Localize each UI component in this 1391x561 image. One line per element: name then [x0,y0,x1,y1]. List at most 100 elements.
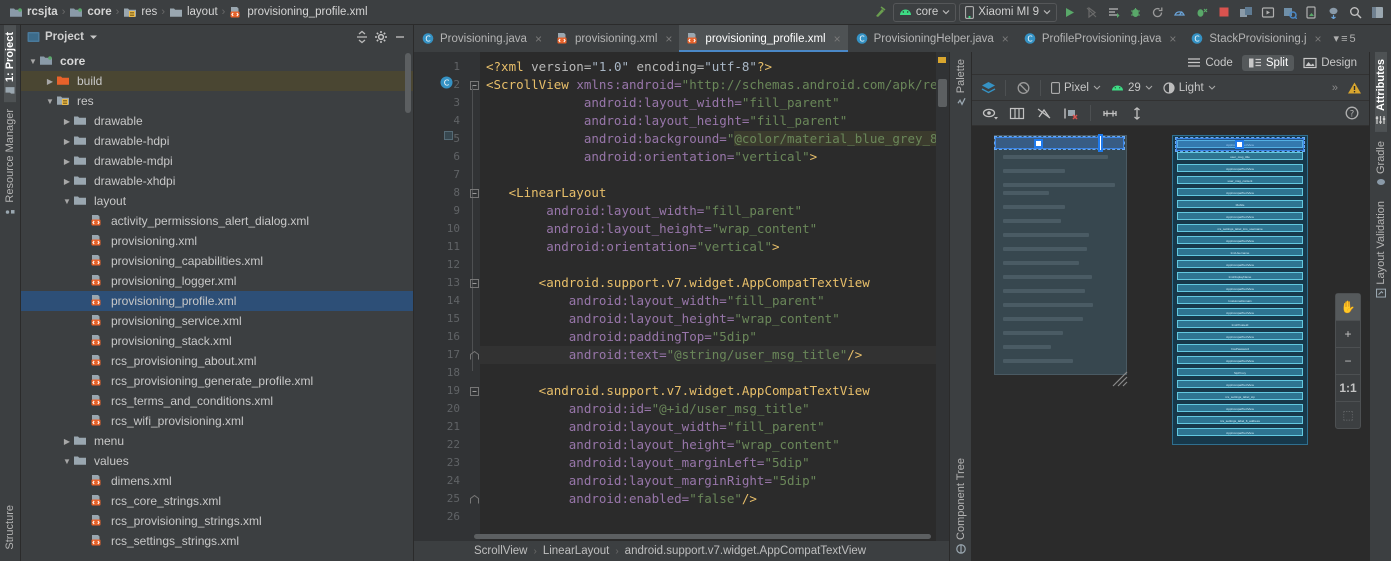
project-tree-scrollbar[interactable] [405,53,411,113]
horizontal-align-icon[interactable] [1098,107,1122,120]
code-editor[interactable]: C 1 2 3 4 5 6 7 8 9 10 11 12 13 14 15 16 17 18 19 20 21 22 23 2… [414,52,949,561]
tree-node[interactable]: ▶ menu [21,431,413,451]
vertical-align-icon[interactable] [1125,106,1149,120]
code-line[interactable]: android:layout_marginLeft="5dip" [480,454,949,472]
tree-node[interactable]: provisioning_logger.xml [21,271,413,291]
zoom-fit-button[interactable]: ⬚ [1336,402,1360,428]
code-line[interactable]: android:layout_height="wrap_content" [480,310,949,328]
code-line[interactable]: android:background="@color/material_blue… [480,130,949,148]
breadcrumb-item[interactable]: provisioning_profile.xml [226,6,370,19]
eye-visibility-icon[interactable] [978,107,1002,120]
close-icon[interactable]: × [535,32,542,46]
tree-node[interactable]: rcs_provisioning_about.xml [21,351,413,371]
tree-node[interactable]: activity_permissions_alert_dialog.xml [21,211,413,231]
sdk-manager-icon[interactable] [1236,3,1255,22]
chevron-right-icon[interactable]: ▶ [44,77,56,86]
tree-node[interactable]: ▼ values [21,451,413,471]
blueprint-component[interactable]: rcs_settings_label_ims_username [1177,224,1303,232]
fold-handle-end-icon[interactable] [470,347,479,365]
code-line[interactable]: android:paddingTop="5dip" [480,328,949,346]
editor-tab[interactable]: provisioning.xml × [549,25,679,52]
code-line[interactable] [480,166,949,184]
code-line[interactable]: android:layout_width="fill_parent" [480,94,949,112]
warning-triangle-icon[interactable] [1344,81,1364,95]
chevron-down-icon[interactable]: ▼ [61,197,73,206]
error-stripe-gutter[interactable] [936,52,949,541]
debug-icon[interactable] [1126,3,1145,22]
right-tab-layout-validation[interactable]: Layout Validation [1375,194,1387,305]
sidebar-tab-structure[interactable]: Structure [4,498,16,557]
editor-tab[interactable]: C ProvisioningHelper.java × [848,25,1016,52]
tree-node[interactable]: provisioning_capabilities.xml [21,251,413,271]
blueprint-component[interactable]: ImsPrivateId [1177,320,1303,328]
blueprint-component[interactable]: rcs_settings_label_ft_address [1177,416,1303,424]
editor-tab[interactable]: C ProfileProvisioning.java × [1016,25,1184,52]
fold-handle-end-icon[interactable] [470,491,479,509]
tree-node[interactable]: provisioning_profile.xml [21,291,413,311]
chevron-right-icon[interactable]: ▶ [61,117,73,126]
attach-debugger-icon[interactable] [1082,3,1101,22]
code-line[interactable] [480,508,949,526]
blueprint-component[interactable]: ImsDisplayName [1177,272,1303,280]
zoom-in-button[interactable]: + [1336,321,1360,347]
tree-node[interactable]: ▼ res [21,91,413,111]
pan-tool-button[interactable]: ✋ [1336,294,1360,320]
blueprint-component[interactable]: Mobile [1177,200,1303,208]
design-canvas[interactable]: AppCompatTextView user_msg_title AppCompat… [972,126,1369,561]
tree-node[interactable]: rcs_wifi_provisioning.xml [21,411,413,431]
device-selector[interactable]: Xiaomi MI 9 [959,2,1057,22]
device-render-preview[interactable] [994,135,1127,375]
selection-resize-handle[interactable] [1098,134,1103,152]
blueprint-component[interactable]: AppCompatTextView [1177,380,1303,388]
tree-node[interactable]: rcs_settings_strings.xml [21,531,413,551]
editor-tab[interactable]: C Provisioning.java × [414,25,549,52]
tree-node[interactable]: ▶ drawable-hdpi [21,131,413,151]
zoom-actual-size-button[interactable]: 1:1 [1336,375,1360,401]
device-config-selector[interactable]: Pixel [1047,80,1105,96]
help-icon[interactable]: ? [1341,106,1363,120]
status-breadcrumb-item[interactable]: android.support.v7.widget.AppCompatTextV… [625,545,866,557]
blueprint-component[interactable]: ImsPassword [1177,344,1303,352]
tree-node[interactable]: ▶ build [21,71,413,91]
run-icon[interactable] [1060,3,1079,22]
tree-node[interactable]: provisioning_service.xml [21,311,413,331]
code-folding-column[interactable] [468,52,480,541]
apply-changes-icon[interactable] [1104,3,1123,22]
palette-tab[interactable]: Palette [955,52,967,116]
clear-constraints-icon[interactable] [1059,107,1083,120]
chevron-down-icon[interactable]: ▼ [44,97,56,106]
mode-button[interactable]: Code [1181,55,1239,71]
profiler-icon[interactable] [1170,3,1189,22]
code-line[interactable]: android:layout_marginRight="5dip" [480,472,949,490]
selected-component-outline[interactable] [994,136,1125,150]
tree-node[interactable]: rcs_provisioning_strings.xml [21,511,413,531]
code-line[interactable]: android:orientation="vertical"> [480,148,949,166]
blueprint-component[interactable]: AppCompatTextView [1177,308,1303,316]
blueprint-component[interactable]: user_msg_title [1177,152,1303,160]
fold-handle-icon[interactable] [470,275,479,293]
columns-layout-icon[interactable] [1005,107,1029,120]
code-line[interactable]: android:layout_width="fill_parent" [480,202,949,220]
config-overflow-button[interactable]: » [1332,82,1342,94]
code-line[interactable] [480,256,949,274]
search-icon[interactable] [1346,3,1365,22]
code-line[interactable]: android:layout_height="wrap_content" [480,220,949,238]
editor-vertical-scrollbar[interactable] [938,79,947,107]
close-icon[interactable]: × [834,32,841,46]
tree-node[interactable]: rcs_core_strings.xml [21,491,413,511]
blueprint-component[interactable]: AppCompatTextView [1177,332,1303,340]
code-line[interactable]: android:layout_height="fill_parent" [480,112,949,130]
constraints-off-icon[interactable] [1032,107,1056,120]
editor-horizontal-scrollbar[interactable] [474,534,931,539]
blueprint-resize-handle[interactable] [1235,140,1244,149]
tree-node[interactable]: ▶ drawable-mdpi [21,151,413,171]
blueprint-component[interactable]: AppCompatTextView [1177,164,1303,172]
editor-tab[interactable]: C StackProvisioning.j × [1183,25,1328,52]
fold-handle-icon[interactable] [470,185,479,203]
breadcrumb-item[interactable]: core [66,6,114,19]
chevron-down-icon[interactable] [89,34,98,40]
close-icon[interactable]: × [665,32,672,46]
theme-selector[interactable]: Light [1159,80,1220,96]
tree-node[interactable]: provisioning.xml [21,231,413,251]
code-line[interactable] [480,364,949,382]
